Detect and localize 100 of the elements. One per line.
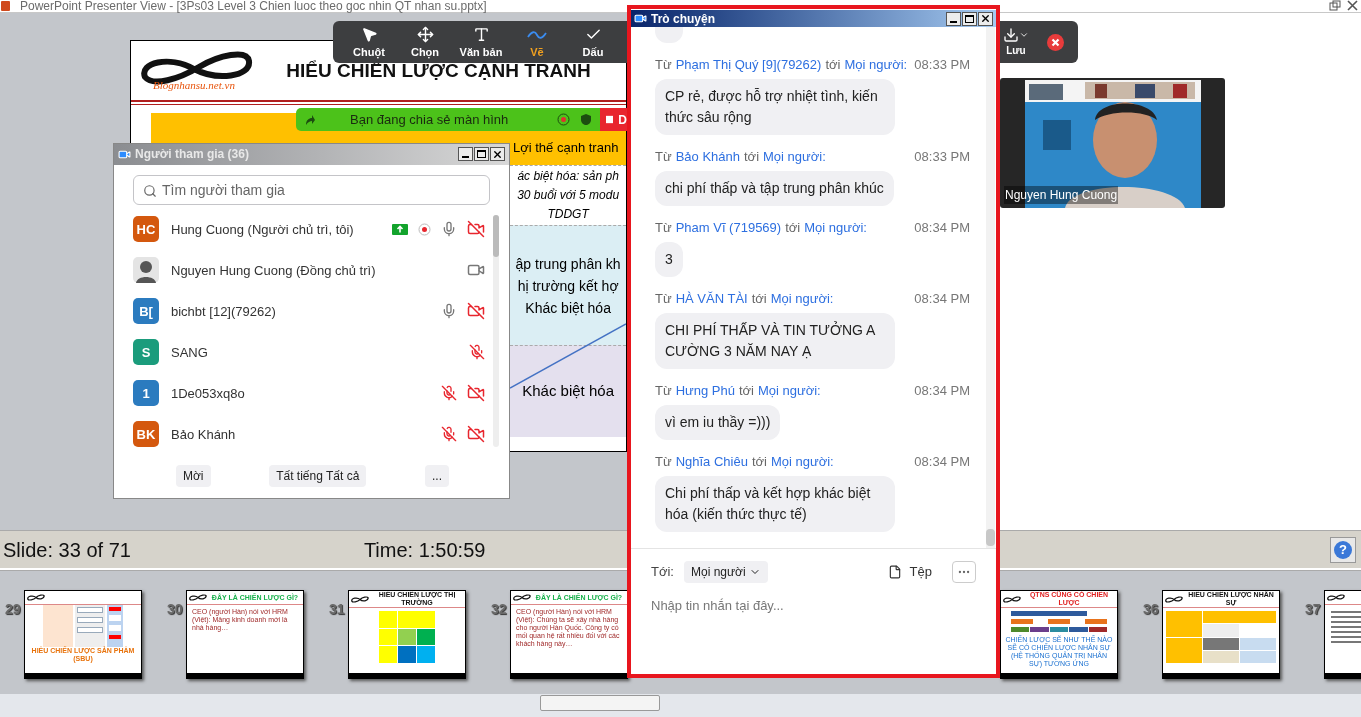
- message-time: 08:34 PM: [914, 382, 970, 400]
- message-bubble: chi phí thấp và tập trung phân khúc: [655, 171, 894, 206]
- message-sender[interactable]: Nghĩa Chiêu: [675, 453, 748, 471]
- close-button[interactable]: [490, 147, 505, 162]
- file-button[interactable]: Tệp: [887, 561, 932, 582]
- close-icon[interactable]: [1047, 33, 1064, 51]
- close-icon: [980, 13, 991, 24]
- message-recipient[interactable]: Mọi người:: [770, 290, 834, 308]
- message-time: 08:34 PM: [914, 290, 970, 308]
- microphone-icon[interactable]: [441, 303, 457, 320]
- participant-row[interactable]: HC Hung Cuong (Người chủ trì, tôi): [114, 208, 493, 250]
- move-icon: [416, 26, 434, 43]
- microphone-icon[interactable]: [441, 221, 457, 238]
- message-time: 08:34 PM: [914, 453, 970, 471]
- camera-off-icon[interactable]: [467, 425, 485, 444]
- avatar-silhouette-icon: [133, 257, 159, 284]
- participant-row[interactable]: S SANG: [114, 331, 493, 373]
- participant-row[interactable]: BK Bảo Khánh: [114, 413, 493, 455]
- muted-microphone-icon[interactable]: [441, 426, 457, 443]
- message-time: 08:34 PM: [914, 219, 970, 237]
- record-icon: [557, 113, 570, 126]
- message-bubble: vì em iu thầy =))): [655, 405, 781, 440]
- muted-microphone-icon[interactable]: [441, 385, 457, 402]
- wave-icon: [527, 29, 547, 40]
- message-input[interactable]: Nhập tin nhắn tại đây...: [651, 594, 976, 616]
- message-sender[interactable]: Hưng Phú: [675, 382, 735, 400]
- avatar: 1: [133, 380, 159, 407]
- message-from-label: Từ: [655, 219, 672, 237]
- footer-button[interactable]: ...: [424, 465, 449, 488]
- window-title: Người tham gia (36): [135, 146, 249, 164]
- message-from-label: Từ: [655, 290, 672, 308]
- message-sender[interactable]: Pham Vĩ (719569): [675, 219, 782, 237]
- scrollbar[interactable]: [986, 27, 995, 548]
- message-to-label: tới: [785, 219, 801, 237]
- message-sender[interactable]: Phạm Thị Quý [9](79262): [675, 56, 822, 74]
- to-label: Tới:: [651, 562, 674, 581]
- maximize-button[interactable]: [962, 11, 977, 26]
- window-title: PowerPoint Presenter View - [3Ps03 Level 3 Chien luoc theo goc nhin QT nhan su.pptx]: [20, 0, 487, 13]
- minimize-button[interactable]: [946, 11, 961, 26]
- avatar: B[: [133, 298, 159, 325]
- message-recipient[interactable]: Mọi người:: [763, 148, 826, 166]
- table-cell: Khác biệt hóa: [510, 345, 626, 437]
- close-icon: [492, 148, 503, 160]
- sharing-text: Bạn đang chia sẻ màn hình: [350, 110, 509, 129]
- logo-swirl-icon: [351, 595, 369, 603]
- avatar: S: [133, 339, 159, 366]
- close-button[interactable]: [978, 11, 993, 26]
- avatar: HC: [133, 216, 159, 243]
- slide-number: 29: [5, 601, 21, 617]
- message-to-label: tới: [738, 382, 754, 400]
- more-button[interactable]: [952, 560, 976, 583]
- participant-name: SANG: [171, 343, 208, 362]
- help-button[interactable]: ?: [1330, 536, 1356, 563]
- slide-number: 31: [329, 601, 345, 617]
- camera-off-icon[interactable]: [467, 384, 485, 403]
- logo-swirl-icon: [1327, 594, 1345, 601]
- message-sender[interactable]: Bảo Khánh: [675, 148, 740, 166]
- slide-text-lines-drawing: [1331, 611, 1361, 643]
- message-from-label: Từ: [655, 453, 672, 471]
- slide-number: 36: [1143, 601, 1159, 617]
- message-from-label: Từ: [655, 148, 672, 166]
- search-field[interactable]: Tìm người tham gia: [133, 174, 490, 205]
- message-recipient[interactable]: Mọi người:: [758, 382, 821, 400]
- stop-icon: [606, 115, 614, 124]
- message-sender[interactable]: HÀ VĂN TÀI: [675, 290, 748, 308]
- timer: Time: 1:50:59: [363, 537, 486, 563]
- maximize-icon: [965, 14, 974, 23]
- scrollbar[interactable]: [493, 214, 499, 447]
- message-recipient[interactable]: Mọi người:: [844, 56, 908, 74]
- slide-number: 32: [491, 601, 507, 617]
- maximize-button[interactable]: [474, 147, 489, 162]
- logo-swirl-icon: [189, 594, 207, 601]
- save-button[interactable]: Lưu: [1003, 26, 1029, 58]
- restore-icon[interactable]: [1329, 0, 1341, 11]
- message-bubble: CHI PHÍ THẤP VÀ TIN TƯỞNG A CƯỜNG 3 NĂM NAY Ạ: [655, 313, 895, 369]
- message-time: 08:33 PM: [914, 56, 970, 74]
- message-recipient[interactable]: Mọi người:: [770, 453, 834, 471]
- footer-button[interactable]: Tất tiếng Tất cả: [269, 465, 367, 488]
- logo-swirl-icon: [513, 594, 531, 601]
- stop-share-button[interactable]: D: [600, 108, 627, 131]
- participant-row[interactable]: 1 1De053xq8o: [114, 372, 493, 414]
- recipient-dropdown[interactable]: Mọi người: [683, 560, 768, 583]
- close-icon[interactable]: [1347, 0, 1358, 11]
- muted-microphone-icon[interactable]: [469, 344, 485, 361]
- text-icon: [472, 26, 490, 43]
- message-bubble: 3: [655, 242, 683, 277]
- message-to-label: tới: [751, 290, 767, 308]
- participant-row[interactable]: Nguyen Hung Cuong (Đồng chủ trì): [114, 249, 493, 291]
- camera-off-icon[interactable]: [467, 302, 485, 321]
- participant-row[interactable]: B[ bichbt [12](79262): [114, 290, 493, 332]
- app-icon: [1, 1, 10, 11]
- camera-off-icon[interactable]: [467, 220, 485, 239]
- footer-button[interactable]: Mời: [176, 465, 211, 488]
- message-recipient[interactable]: Mọi người:: [804, 219, 867, 237]
- slide-number: 30: [167, 601, 183, 617]
- message-time: 08:33 PM: [914, 148, 970, 166]
- horizontal-scrollbar[interactable]: [0, 694, 1361, 717]
- message-from-label: Từ: [655, 382, 672, 400]
- minimize-icon: [462, 156, 469, 159]
- minimize-button[interactable]: [458, 147, 473, 162]
